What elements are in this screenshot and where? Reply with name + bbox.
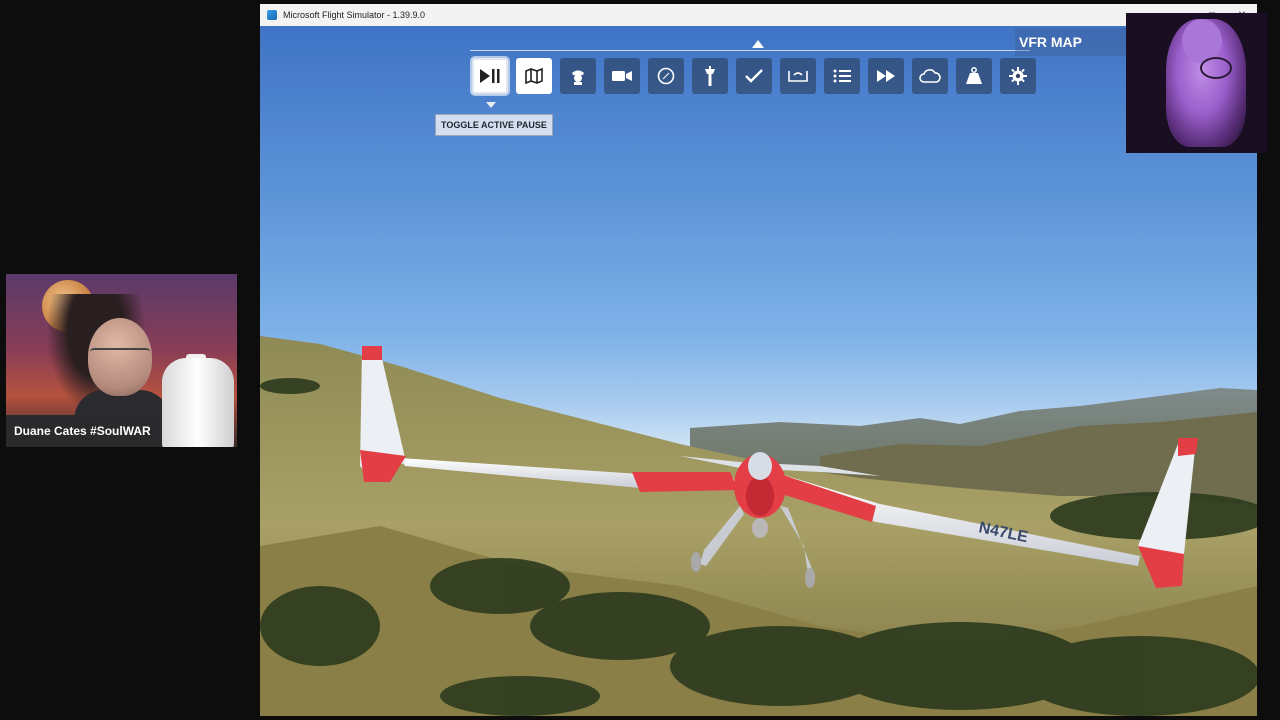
glasses — [1200, 57, 1232, 79]
window-titlebar: Microsoft Flight Simulator - 1.39.9.0 – … — [260, 4, 1257, 26]
gear-icon — [1009, 67, 1027, 85]
checkmark-icon — [745, 69, 763, 83]
secondary-webcam — [1126, 13, 1267, 153]
fuel-payload-button[interactable] — [780, 58, 816, 94]
fast-forward-icon — [876, 69, 896, 83]
toolbar-rail — [470, 50, 1030, 51]
sim-rate-button[interactable] — [868, 58, 904, 94]
game-viewport[interactable]: N47LE TOGGLE ACTIVE PAUSE VFR MAP — [260, 26, 1257, 716]
control-tower-button[interactable] — [692, 58, 728, 94]
navlog-button[interactable] — [648, 58, 684, 94]
toggle-active-pause-button[interactable] — [472, 58, 508, 94]
camera-icon — [612, 70, 632, 82]
settings-button[interactable] — [1000, 58, 1036, 94]
compass-icon — [657, 67, 675, 85]
camera-button[interactable] — [604, 58, 640, 94]
tower-icon — [703, 66, 717, 86]
weather-button[interactable] — [912, 58, 948, 94]
play-pause-icon — [479, 68, 501, 84]
tooltip-caret — [486, 102, 496, 108]
toolbar-tooltip: TOGGLE ACTIVE PAUSE — [435, 114, 553, 136]
weight-icon — [788, 69, 808, 83]
atc-button[interactable] — [560, 58, 596, 94]
vfr-map-panel-header[interactable]: VFR MAP — [1015, 28, 1127, 56]
webcam-name-tag: Duane Cates #SoulWAR — [6, 415, 159, 447]
streamer-webcam: Duane Cates #SoulWAR — [6, 274, 237, 447]
window-title: Microsoft Flight Simulator - 1.39.9.0 — [283, 10, 426, 20]
app-icon — [267, 10, 277, 20]
cloud-icon — [919, 69, 941, 83]
objectives-button[interactable] — [824, 58, 860, 94]
scenery: N47LE — [260, 336, 1257, 716]
milk-jug — [162, 358, 234, 447]
kettlebell-icon — [965, 67, 983, 85]
flight-simulator-window: Microsoft Flight Simulator - 1.39.9.0 – … — [260, 4, 1257, 716]
checklist-button[interactable] — [736, 58, 772, 94]
assistance-button[interactable] — [956, 58, 992, 94]
toolbar-collapse-caret[interactable] — [752, 40, 764, 48]
map-icon — [525, 68, 543, 84]
pilot-icon — [570, 67, 586, 85]
toolbar — [472, 58, 1036, 94]
list-icon — [833, 69, 851, 83]
vfr-map-button[interactable] — [516, 58, 552, 94]
